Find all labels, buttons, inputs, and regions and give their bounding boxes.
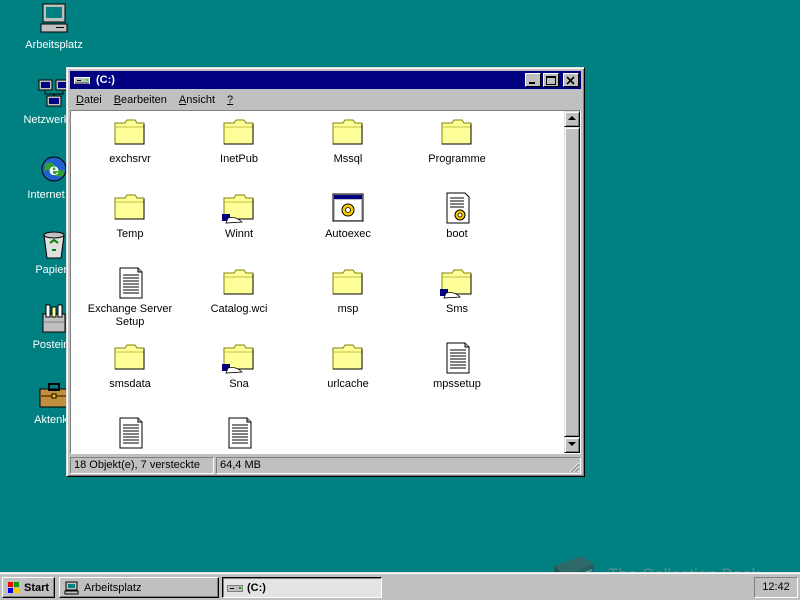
scroll-thumb[interactable] [564,127,580,437]
file-item[interactable]: smsdata [80,342,180,391]
file-item[interactable]: Mssql [298,117,398,166]
file-item-label: Sna [229,378,249,390]
minimize-icon [529,82,535,84]
file-item[interactable]: msp [298,267,398,316]
folder-icon [331,117,365,149]
close-icon [566,76,575,85]
file-item-label: Autoexec [325,228,371,240]
computer-icon [64,581,79,594]
folder-icon [113,342,147,374]
file-item-label: InetPub [220,153,258,165]
text-file-icon [113,267,147,299]
shared-folder-icon [222,342,256,374]
status-size: 64,4 MB [216,457,581,474]
scroll-down-button[interactable] [564,437,580,453]
menu-item[interactable]: Datei [70,94,108,106]
menu-item[interactable]: ? [221,94,239,106]
menu-item[interactable]: Bearbeiten [108,94,173,106]
file-item-label: urlcache [327,378,369,390]
file-item[interactable]: urlcache [298,342,398,391]
text-file-icon [440,342,474,374]
svg-text:e: e [49,160,59,179]
folder-icon [440,117,474,149]
status-bar: 18 Objekt(e), 7 versteckte 64,4 MB [70,457,581,474]
close-button[interactable] [563,73,579,87]
file-item[interactable]: Temp [80,192,180,241]
batch-file-icon [331,192,365,224]
explorer-window[interactable]: (C:) Datei Bearbeiten Ansicht? exchsrvr In… [66,67,585,477]
file-view[interactable]: exchsrvr InetPub Mssql Programme Temp Wi… [70,110,581,454]
file-item-label: exchsrvr [109,153,151,165]
file-item[interactable]: Catalog.wci [189,267,289,316]
file-item-label: Winnt [224,228,254,240]
file-item-label: Catalog.wci [210,303,268,315]
folder-icon [331,267,365,299]
file-item-label: msp [337,303,359,315]
file-item[interactable] [189,417,289,453]
folder-icon [113,192,147,224]
status-object-count: 18 Objekt(e), 7 versteckte [70,457,214,474]
arrow-up-icon [568,116,576,120]
file-item[interactable] [80,417,180,453]
file-item[interactable]: mpssetup [407,342,507,391]
desktop-icon[interactable]: Arbeitsplatz [0,2,109,51]
system-tray-clock[interactable]: 12:42 [754,577,798,598]
drive-icon [227,584,243,592]
folder-icon [222,267,256,299]
task-label: (C:) [247,581,266,594]
menu-bar: Datei Bearbeiten Ansicht? [70,91,581,109]
file-item-label: Sms [446,303,468,315]
taskbar-button-c-drive[interactable]: (C:) [222,577,382,598]
menu-item[interactable]: Ansicht [173,94,221,106]
minimize-button[interactable] [525,73,541,87]
scroll-up-button[interactable] [564,111,580,127]
file-item[interactable]: Autoexec [298,192,398,241]
file-icon-grid: exchsrvr InetPub Mssql Programme Temp Wi… [71,111,565,453]
window-title: (C:) [96,74,115,86]
file-item-label: Programme [428,153,486,165]
taskbar-button-arbeitsplatz[interactable]: Arbeitsplatz [59,577,219,598]
settings-file-icon [440,192,474,224]
file-item[interactable]: boot [407,192,507,241]
file-item-label: Mssql [333,153,363,165]
text-file-icon [222,417,256,449]
file-item-label: smsdata [109,378,151,390]
task-label: Arbeitsplatz [84,581,142,594]
folder-icon [331,342,365,374]
drive-icon [74,77,90,84]
title-bar[interactable]: (C:) [70,71,581,89]
folder-icon [222,117,256,149]
resize-grip-icon[interactable] [568,461,580,473]
file-item[interactable]: Programme [407,117,507,166]
file-item-label: boot [446,228,468,240]
windows-logo-icon [8,581,19,593]
file-item[interactable]: InetPub [189,117,289,166]
maximize-icon [546,76,556,85]
maximize-button[interactable] [543,73,559,87]
file-item[interactable]: Exchange Server Setup [80,267,180,329]
file-item-label: Exchange Server Setup [87,303,173,328]
taskbar: Start Arbeitsplatz (C:) 12:42 [0,572,800,600]
arrow-down-icon [568,442,576,446]
shared-folder-icon [440,267,474,299]
file-item[interactable]: Sms [407,267,507,316]
file-item-label: mpssetup [433,378,481,390]
file-item-label: Temp [116,228,144,240]
start-button[interactable]: Start [2,577,55,598]
desktop-icon-label: Arbeitsplatz [25,39,83,51]
shared-folder-icon [222,192,256,224]
file-item[interactable]: exchsrvr [80,117,180,166]
file-item[interactable]: Sna [189,342,289,391]
text-file-icon [113,417,147,449]
file-item[interactable]: Winnt [189,192,289,241]
my-computer-icon [37,2,71,36]
start-label: Start [24,581,50,594]
vertical-scrollbar[interactable] [564,111,580,453]
folder-icon [113,117,147,149]
